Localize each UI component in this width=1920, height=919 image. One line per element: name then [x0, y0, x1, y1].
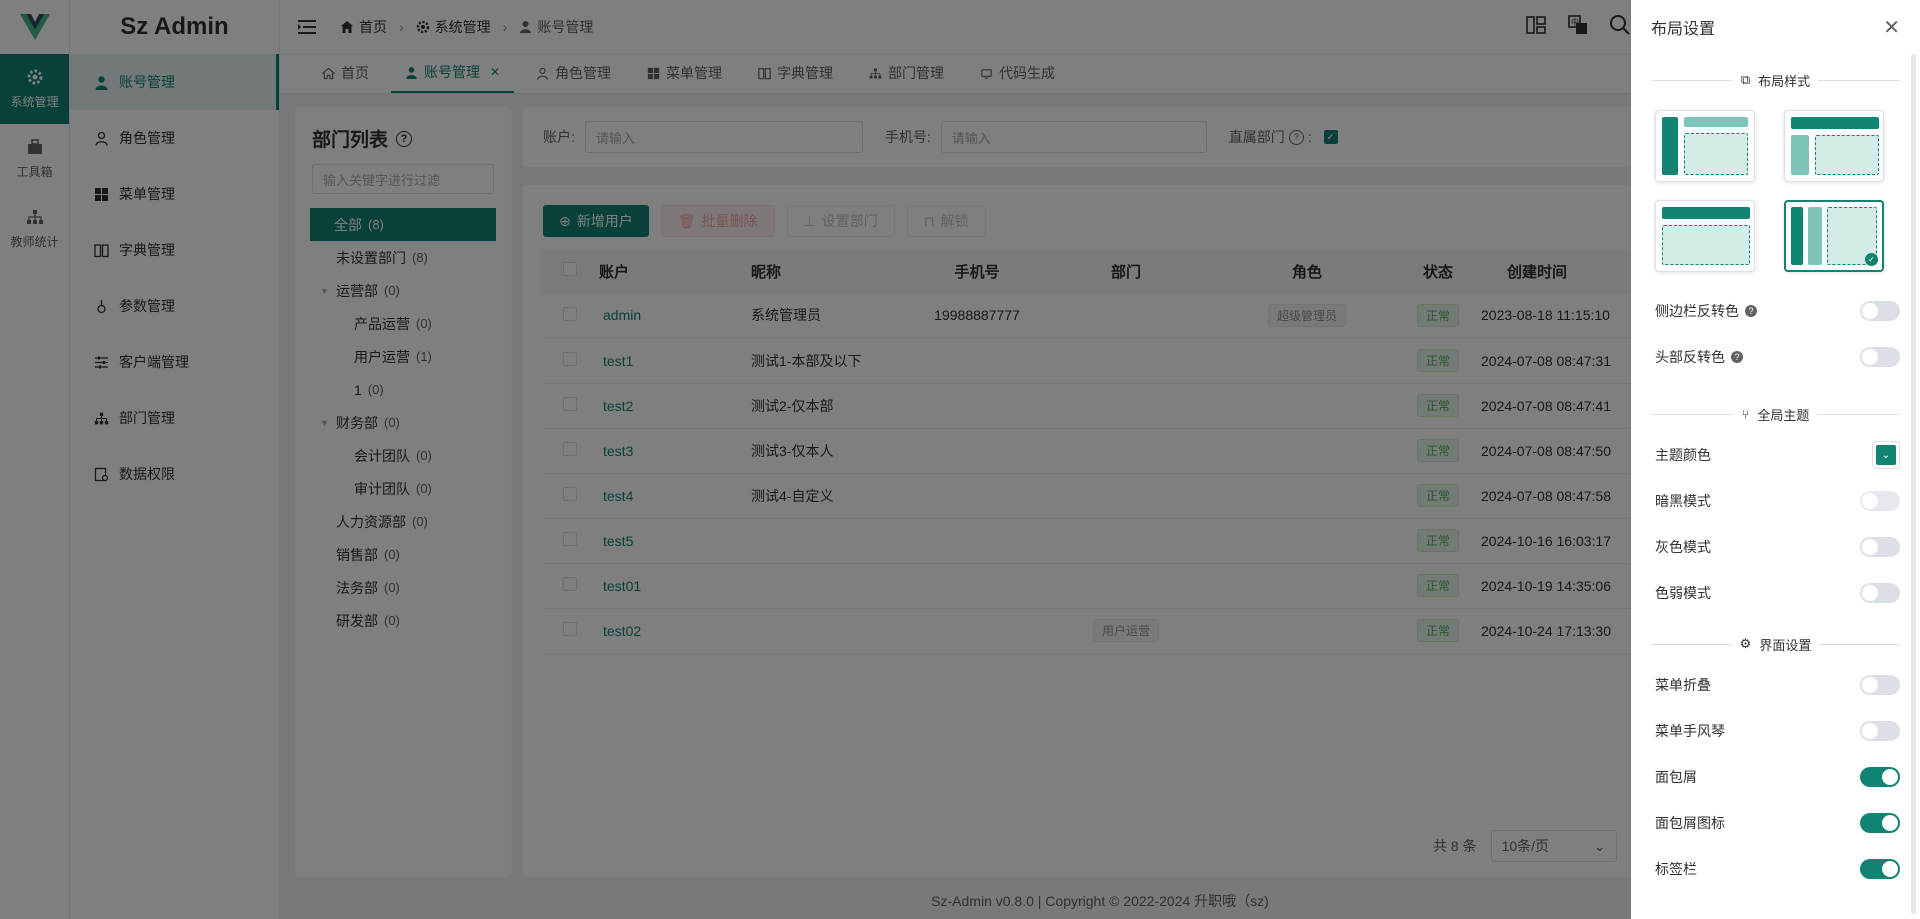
tabs-bar-row: 标签栏	[1631, 846, 1920, 892]
layout-columns[interactable]: ✓	[1784, 200, 1884, 272]
drawer-header: 布局设置 ✕	[1631, 0, 1920, 54]
drawer-title: 布局设置	[1651, 21, 1716, 38]
gray-mode-row: 灰色模式	[1631, 524, 1920, 570]
section-theme: ⑂ 全局主题	[1631, 396, 1920, 432]
section-layout: ⧉ 布局样式	[1631, 62, 1920, 98]
help-icon[interactable]: ?	[1731, 351, 1743, 363]
theme-icon: ⑂	[1741, 406, 1750, 422]
section-theme-title: 全局主题	[1757, 407, 1810, 423]
theme-color-label: 主题颜色	[1655, 447, 1711, 463]
breadcrumb-icon-switch[interactable]	[1860, 813, 1900, 833]
settings-icon: ⚙	[1739, 636, 1752, 651]
breadcrumb-switch[interactable]	[1860, 767, 1900, 787]
layout-style-icon: ⧉	[1740, 72, 1751, 87]
dark-mode-label: 暗黑模式	[1655, 493, 1711, 509]
menu-accordion-switch[interactable]	[1860, 721, 1900, 741]
weak-mode-label: 色弱模式	[1655, 585, 1711, 601]
weak-mode-row: 色弱模式	[1631, 570, 1920, 616]
sidebar-invert-row: 侧边栏反转色?	[1631, 288, 1920, 334]
breadcrumb-row: 面包屑	[1631, 754, 1920, 800]
theme-color-row: 主题颜色 ⌄	[1631, 432, 1920, 478]
menu-collapse-switch[interactable]	[1860, 675, 1900, 695]
theme-color-picker[interactable]: ⌄	[1872, 441, 1900, 469]
section-layout-title: 布局样式	[1758, 73, 1811, 89]
breadcrumb-icon-row: 面包屑图标	[1631, 800, 1920, 846]
layout-settings-drawer: 布局设置 ✕ ⧉ 布局样式 ✓ 侧边栏反转色? 头部反转色 ? ⑂ 全局主题 主…	[1631, 0, 1920, 919]
gray-mode-label: 灰色模式	[1655, 539, 1711, 555]
dark-mode-row: 暗黑模式	[1631, 478, 1920, 524]
tabs-bar-label: 标签栏	[1655, 861, 1697, 877]
sidebar-invert-label: 侧边栏反转色	[1655, 303, 1739, 319]
breadcrumb-icon-label: 面包屑图标	[1655, 815, 1725, 831]
header-invert-switch[interactable]	[1860, 347, 1900, 367]
menu-collapse-label: 菜单折叠	[1655, 677, 1711, 693]
dark-mode-switch[interactable]	[1860, 491, 1900, 511]
sidebar-invert-switch[interactable]	[1860, 301, 1900, 321]
menu-accordion-label: 菜单手风琴	[1655, 723, 1725, 739]
drawer-overlay[interactable]	[0, 0, 1631, 919]
layout-vertical[interactable]	[1655, 110, 1755, 182]
close-icon[interactable]: ✕	[1883, 15, 1900, 40]
breadcrumb-setting-label: 面包屑	[1655, 769, 1697, 785]
gray-mode-switch[interactable]	[1860, 537, 1900, 557]
check-icon: ✓	[1865, 253, 1878, 266]
help-icon[interactable]: ?	[1745, 305, 1757, 317]
menu-accordion-row: 菜单手风琴	[1631, 708, 1920, 754]
layout-classic[interactable]	[1784, 110, 1884, 182]
tabs-bar-switch[interactable]	[1860, 859, 1900, 879]
menu-collapse-row: 菜单折叠	[1631, 662, 1920, 708]
header-invert-label: 头部反转色	[1655, 349, 1725, 365]
layout-options: ✓	[1631, 98, 1920, 272]
section-ui: ⚙ 界面设置	[1631, 626, 1920, 662]
drawer-scrollbar[interactable]	[1911, 54, 1916, 914]
section-ui-title: 界面设置	[1759, 637, 1812, 653]
layout-transverse[interactable]	[1655, 200, 1755, 272]
weak-mode-switch[interactable]	[1860, 583, 1900, 603]
chevron-down-icon: ⌄	[1876, 445, 1896, 465]
header-invert-row: 头部反转色?	[1631, 334, 1920, 380]
